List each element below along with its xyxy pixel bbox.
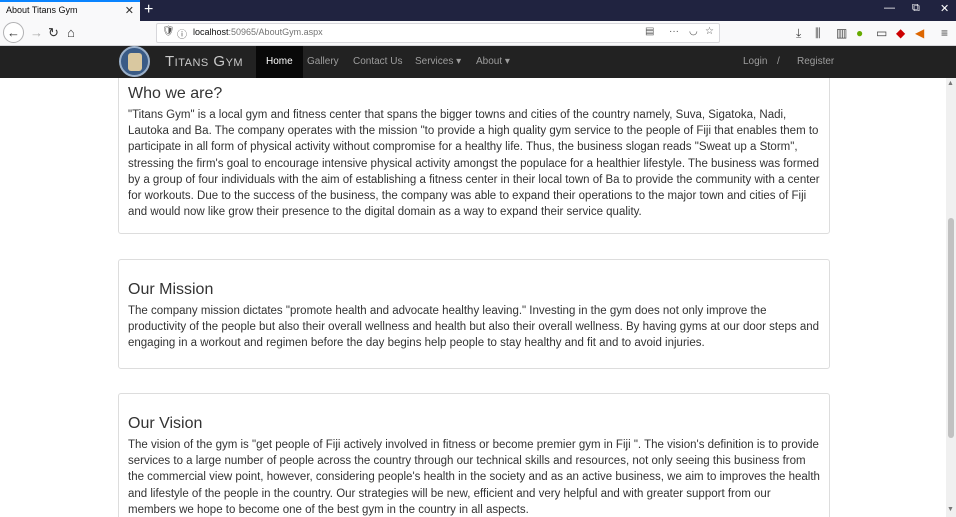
login-link[interactable]: Login [733,46,777,78]
minimize-icon[interactable]: — [884,2,895,14]
nav-gallery[interactable]: Gallery [297,46,349,78]
extension-icon[interactable]: ● [856,25,863,41]
browser-toolbar: ← → ↻ ⌂ 🛡 ⓘ localhost:50965/AboutGym.asp… [0,21,956,46]
browser-tab-bar: About Titans Gym ✕ + — ⧉ ✕ [0,0,956,21]
tab-close-icon[interactable]: ✕ [125,4,134,17]
site-navbar: Titans Gym Home Gallery Contact Us Servi… [0,46,956,78]
panel-our-mission: Our Mission The company mission dictates… [118,259,830,369]
nav-home[interactable]: Home [256,46,303,78]
gym-logo[interactable] [119,46,150,77]
back-icon[interactable]: ← [3,22,24,43]
sidebar-icon[interactable]: ▥ [836,25,847,41]
hamburger-menu-icon[interactable]: ≡ [941,25,948,41]
library-icon[interactable]: ⫼ [815,25,821,41]
section-title: Who we are? [128,85,223,102]
reader-view-icon[interactable]: ▤ [645,26,654,37]
tab-title: About Titans Gym [6,5,78,15]
new-tab-button[interactable]: + [144,1,153,19]
nav-contact-us[interactable]: Contact Us [343,46,412,78]
page-scrollbar[interactable]: ▲ ▼ [946,78,956,517]
ublock-icon[interactable]: ◆ [896,25,905,41]
pocket-icon[interactable]: ◡ [689,26,698,37]
url-text[interactable]: localhost:50965/AboutGym.aspx [193,27,323,37]
page-icon[interactable]: ▭ [876,25,887,41]
download-icon[interactable]: ⤓ [796,25,801,41]
section-title: Our Mission [128,281,214,298]
home-icon[interactable]: ⌂ [67,25,75,41]
panel-our-vision: Our Vision The vision of the gym is "get… [118,393,830,517]
url-path: :50965/AboutGym.aspx [228,27,323,37]
register-link[interactable]: Register [787,46,844,78]
scroll-down-icon[interactable]: ▼ [947,506,954,513]
url-host: localhost [193,27,229,37]
browser-tab[interactable]: About Titans Gym ✕ [0,0,140,21]
bookmark-star-icon[interactable]: ☆ [705,26,714,37]
section-body: "Titans Gym" is a local gym and fitness … [128,109,820,219]
shield-icon[interactable]: 🛡 [162,26,175,37]
megaphone-icon[interactable]: ◀ [915,25,924,41]
nav-services-dropdown[interactable]: Services ▾ [405,46,471,78]
restore-icon[interactable]: ⧉ [912,2,920,15]
login-register-separator: / [777,56,780,67]
url-bar[interactable]: 🛡 ⓘ localhost:50965/AboutGym.aspx ▤ ··· … [156,23,720,43]
forward-icon[interactable]: → [30,25,43,41]
section-title: Our Vision [128,415,203,432]
window-close-icon[interactable]: ✕ [940,2,949,15]
section-body: The company mission dictates "promote he… [128,305,820,350]
main-content: Who we are? "Titans Gym" is a local gym … [0,78,946,517]
reload-icon[interactable]: ↻ [48,25,59,41]
panel-who-we-are: Who we are? "Titans Gym" is a local gym … [118,78,830,234]
section-body: The vision of the gym is "get people of … [128,439,820,516]
scroll-thumb[interactable] [948,218,954,438]
more-icon[interactable]: ··· [669,26,679,37]
nav-about-dropdown[interactable]: About ▾ [466,46,520,78]
scroll-up-icon[interactable]: ▲ [947,80,954,87]
info-icon[interactable]: ⓘ [177,26,187,41]
brand-name[interactable]: Titans Gym [165,53,243,70]
